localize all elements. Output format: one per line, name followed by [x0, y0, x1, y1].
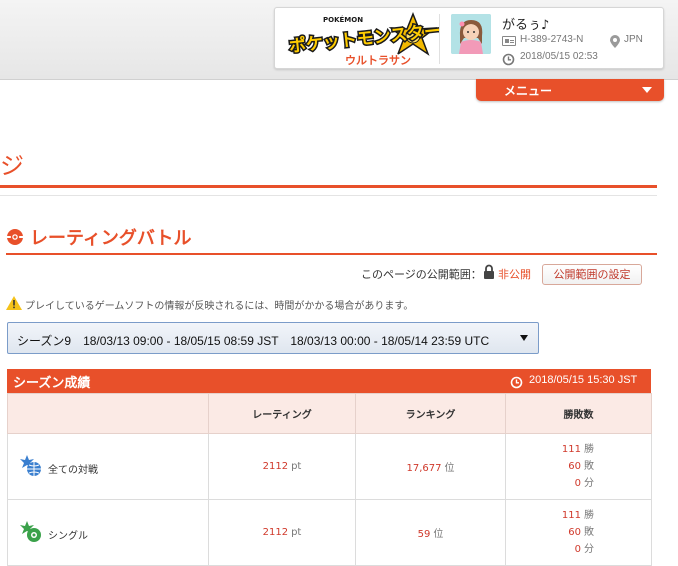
table-row: シングル 2112 pt 59 位 111 勝 60 敗 0分 [7, 499, 652, 566]
country-code: JPN [624, 34, 643, 45]
draws-unit: 分 [584, 478, 594, 489]
menu-label: メニュー [504, 84, 553, 98]
losses-line: 60 敗 [506, 524, 651, 541]
rating-cell: 2112 pt [208, 433, 356, 500]
draws-unit: 分 [584, 544, 594, 555]
rating-value: 2112 [262, 527, 289, 538]
losses-unit: 敗 [584, 527, 594, 538]
wins-line: 111 勝 [506, 507, 651, 524]
sync-icon [502, 51, 515, 70]
rating-cell: 2112 pt [208, 499, 356, 566]
draws-line: 0分 [506, 541, 651, 558]
visibility-value: 非公開 [498, 268, 531, 281]
top-bar: POKÉMON ポケットモンスター ウルトラサン がるぅ♪ H-389-2743… [0, 0, 678, 80]
record-cell: 111 勝 60 敗 0分 [505, 433, 652, 500]
losses-value: 60 [568, 461, 581, 472]
visibility-label: このページの公開範囲： [361, 268, 482, 281]
heading-divider-thin [0, 195, 657, 196]
record-cell: 111 勝 60 敗 0分 [505, 499, 652, 566]
wins-value: 111 [561, 444, 581, 455]
last-sync-date: 2018/05/15 02:53 [520, 51, 598, 62]
draws-value: 0 [574, 478, 581, 489]
losses-unit: 敗 [584, 461, 594, 472]
column-header-category [7, 393, 209, 434]
rating-unit: pt [291, 461, 302, 472]
losses-line: 60 敗 [506, 458, 651, 475]
globe-battle-icon [19, 455, 43, 480]
category-cell: 全ての対戦 [7, 433, 209, 500]
ranking-unit: 位 [444, 463, 455, 474]
column-header-rating: レーティング [208, 393, 356, 434]
id-card-icon [502, 36, 516, 46]
caret-down-icon [642, 87, 652, 93]
ranking-cell: 17,677 位 [355, 433, 506, 500]
location-pin-icon [610, 33, 620, 52]
svg-text:ポケットモンスター: ポケットモンスター [288, 20, 439, 57]
sync-icon [510, 374, 523, 393]
season-select-value: シーズン9 18/03/13 09:00 - 18/05/15 08:59 JS… [17, 334, 490, 348]
ranking-cell: 59 位 [355, 499, 506, 566]
wins-unit: 勝 [584, 510, 594, 521]
user-name: がるぅ♪ [502, 18, 550, 33]
svg-text:ウルトラサン: ウルトラサン [345, 54, 411, 66]
warning-icon [6, 295, 22, 314]
section-divider [6, 253, 657, 255]
game-logo: POKÉMON ポケットモンスター ウルトラサン [287, 11, 444, 68]
single-battle-icon [19, 521, 43, 546]
menu-button[interactable]: メニュー [476, 79, 664, 101]
season-results-table: レーティング ランキング 勝敗数 全ての対戦 2112 pt 17,677 位 … [7, 393, 652, 566]
wins-line: 111 勝 [506, 441, 651, 458]
rating-unit: pt [291, 527, 302, 538]
ranking-value: 59 [417, 529, 431, 540]
draws-line: 0分 [506, 475, 651, 492]
wins-unit: 勝 [584, 444, 594, 455]
card-divider [439, 14, 440, 64]
rating-value: 2112 [262, 461, 289, 472]
results-updated-date: 2018/05/15 15:30 JST [529, 374, 638, 386]
heading-divider [0, 185, 657, 188]
losses-value: 60 [568, 527, 581, 538]
notice-text: プレイしているゲームソフトの情報が反映されるには、時間がかかる場合があります。 [25, 301, 414, 312]
column-header-record: 勝敗数 [505, 393, 652, 434]
trainer-id: H-389-2743-N [520, 34, 584, 45]
table-row: 全ての対戦 2112 pt 17,677 位 111 勝 60 敗 0分 [7, 433, 652, 500]
pokeball-icon [6, 228, 24, 250]
category-label: 全ての対戦 [48, 465, 98, 476]
category-cell: シングル [7, 499, 209, 566]
ranking-unit: 位 [433, 529, 444, 540]
season-results-header: シーズン成績 2018/05/15 15:30 JST [7, 369, 651, 393]
season-select[interactable]: シーズン9 18/03/13 09:00 - 18/05/15 08:59 JS… [7, 322, 539, 354]
column-header-ranking: ランキング [355, 393, 506, 434]
profile-card[interactable]: POKÉMON ポケットモンスター ウルトラサン がるぅ♪ H-389-2743… [274, 7, 664, 69]
season-results-title: シーズン成績 [13, 376, 91, 391]
category-label: シングル [48, 531, 88, 542]
section-title: レーティングバトル [30, 228, 192, 249]
page-title: ジ [0, 152, 24, 180]
lock-icon [483, 264, 495, 283]
wins-value: 111 [561, 510, 581, 521]
avatar [451, 14, 491, 54]
ranking-value: 17,677 [406, 463, 442, 474]
visibility-settings-button[interactable]: 公開範囲の設定 [542, 264, 642, 285]
draws-value: 0 [574, 544, 581, 555]
table-header-row: レーティング ランキング 勝敗数 [7, 393, 652, 434]
svg-text:POKÉMON: POKÉMON [323, 15, 363, 24]
dropdown-arrow-icon [520, 335, 528, 341]
